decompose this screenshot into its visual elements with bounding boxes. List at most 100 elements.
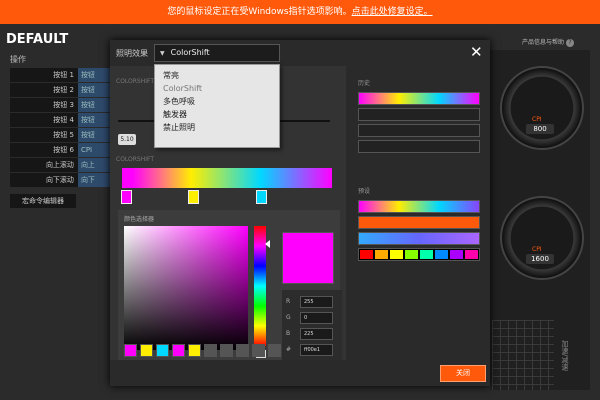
button-value[interactable]: CPI <box>77 143 110 157</box>
color-swatch[interactable] <box>252 344 265 357</box>
dialog-footer: 关闭 <box>110 360 490 386</box>
color-swatch[interactable] <box>172 344 185 357</box>
field-key: G <box>286 314 291 321</box>
hue-handle[interactable] <box>265 240 270 248</box>
button-value[interactable]: 按钮 <box>77 128 110 142</box>
color-preview <box>282 232 334 284</box>
help-text: 产品信息与帮助 <box>522 39 565 46</box>
history-slot[interactable] <box>358 140 480 153</box>
fix-settings-link[interactable]: 点击此处修复设定。 <box>352 7 433 17</box>
cpi-gauge: CPI 800 <box>500 66 584 150</box>
button-value[interactable]: 按钮 <box>77 113 110 127</box>
blue-input[interactable]: 225 <box>300 327 333 340</box>
preset-color <box>405 250 418 259</box>
effect-select[interactable]: ▼ ColorShift <box>154 44 280 62</box>
color-swatch[interactable] <box>220 344 233 357</box>
colorshift-label: COLORSHIFT <box>116 78 155 85</box>
cpi-label: CPI <box>532 246 542 253</box>
red-field: R 255 <box>286 295 333 308</box>
cpi-value[interactable]: 800 <box>526 124 554 134</box>
button-label: 按钮 4 <box>10 113 78 127</box>
button-row[interactable]: 按钮 3 按钮 <box>10 98 110 112</box>
history-label: 历史 <box>358 80 371 87</box>
cpi-label: CPI <box>532 116 542 123</box>
color-swatch[interactable] <box>204 344 217 357</box>
actions-heading: 操作 <box>10 55 26 64</box>
button-label: 向下滚动 <box>10 173 78 187</box>
preset-gradient[interactable] <box>358 216 480 229</box>
preset-color <box>465 250 478 259</box>
color-swatch[interactable] <box>236 344 249 357</box>
red-input[interactable]: 255 <box>300 295 333 308</box>
close-icon[interactable]: ✕ <box>470 44 483 60</box>
preset-color <box>390 250 403 259</box>
saturation-value-area[interactable] <box>124 226 248 350</box>
button-value[interactable]: 按钮 <box>77 98 110 112</box>
preset-gradient[interactable] <box>358 200 480 213</box>
effect-option-colorshift[interactable]: ColorShift <box>155 82 279 95</box>
acceleration-graph <box>492 320 554 390</box>
button-value[interactable]: 向上 <box>77 158 110 172</box>
color-swatch[interactable] <box>124 344 137 357</box>
effect-option-disable[interactable]: 禁止照明 <box>155 121 279 134</box>
effect-option-multicolor-breathe[interactable]: 多色呼吸 <box>155 95 279 108</box>
history-slot[interactable] <box>358 108 480 121</box>
button-label: 按钮 3 <box>10 98 78 112</box>
hex-input[interactable]: ff00e1 <box>300 343 333 356</box>
history-presets-panel: 历史 预设 <box>346 66 490 360</box>
color-picker-label: 颜色选择器 <box>124 216 155 223</box>
color-fields: R 255 G 0 B 225 # ff00e1 <box>282 290 342 360</box>
effect-option-trigger[interactable]: 触发器 <box>155 108 279 121</box>
button-row[interactable]: 向上滚动 向上 <box>10 158 110 172</box>
button-row[interactable]: 按钮 6 CPI <box>10 143 110 157</box>
gradient-label: COLORSHIFT <box>116 156 155 163</box>
history-slot[interactable] <box>358 92 480 105</box>
cpi-value[interactable]: 1600 <box>526 254 554 264</box>
button-row[interactable]: 按钮 5 按钮 <box>10 128 110 142</box>
help-icon: ? <box>566 39 575 47</box>
button-label: 向上滚动 <box>10 158 78 172</box>
button-value[interactable]: 按钮 <box>77 83 110 97</box>
gradient-stop[interactable] <box>256 190 267 204</box>
macro-editor-button[interactable]: 宏命令编辑器 <box>10 194 76 208</box>
effect-selected: ColorShift <box>170 48 210 57</box>
hex-field: # ff00e1 <box>286 343 333 356</box>
history-slot[interactable] <box>358 124 480 137</box>
effect-dropdown: 常亮 ColorShift 多色呼吸 触发器 禁止照明 <box>154 64 280 148</box>
speed-value[interactable]: 5.10 <box>118 134 136 145</box>
blue-field: B 225 <box>286 327 333 340</box>
preset-color <box>375 250 388 259</box>
chevron-down-icon: ▼ <box>160 50 165 57</box>
field-key: R <box>286 298 291 305</box>
dialog-header: 照明效果 ▼ ColorShift ✕ <box>110 40 490 66</box>
warning-bar: 您的鼠标设定正在受Windows指针选项影响。点击此处修复设定。 <box>0 0 600 24</box>
color-swatch[interactable] <box>268 344 281 357</box>
preset-gradient[interactable] <box>358 248 480 261</box>
button-value[interactable]: 向下 <box>77 173 110 187</box>
preset-color <box>435 250 448 259</box>
preset-color <box>420 250 433 259</box>
color-swatch[interactable] <box>140 344 153 357</box>
gradient-bar[interactable] <box>122 168 332 188</box>
cpi-gauge: CPI 1600 <box>500 196 584 280</box>
button-list: 按钮 1 按钮 按钮 2 按钮 按钮 3 按钮 按钮 4 按钮 按钮 5 按钮 按钮 6C… <box>10 68 110 188</box>
preset-gradient[interactable] <box>358 232 480 245</box>
product-help-link[interactable]: 产品信息与帮助? <box>522 37 575 47</box>
gradient-stop[interactable] <box>121 190 132 204</box>
field-key: B <box>286 330 291 337</box>
button-value[interactable]: 按钮 <box>77 68 110 82</box>
green-input[interactable]: 0 <box>300 311 333 324</box>
button-row[interactable]: 按钮 4 按钮 <box>10 113 110 127</box>
button-label: 按钮 5 <box>10 128 78 142</box>
gradient-stop[interactable] <box>188 190 199 204</box>
color-swatch[interactable] <box>188 344 201 357</box>
button-row[interactable]: 按钮 2 按钮 <box>10 83 110 97</box>
color-swatch[interactable] <box>156 344 169 357</box>
button-row[interactable]: 按钮 1 按钮 <box>10 68 110 82</box>
button-row[interactable]: 向下滚动 向下 <box>10 173 110 187</box>
effect-option-steady[interactable]: 常亮 <box>155 69 279 82</box>
close-button[interactable]: 关闭 <box>440 365 486 382</box>
color-swatches <box>124 344 284 357</box>
button-label: 按钮 6 <box>10 143 78 157</box>
button-label: 按钮 1 <box>10 68 78 82</box>
